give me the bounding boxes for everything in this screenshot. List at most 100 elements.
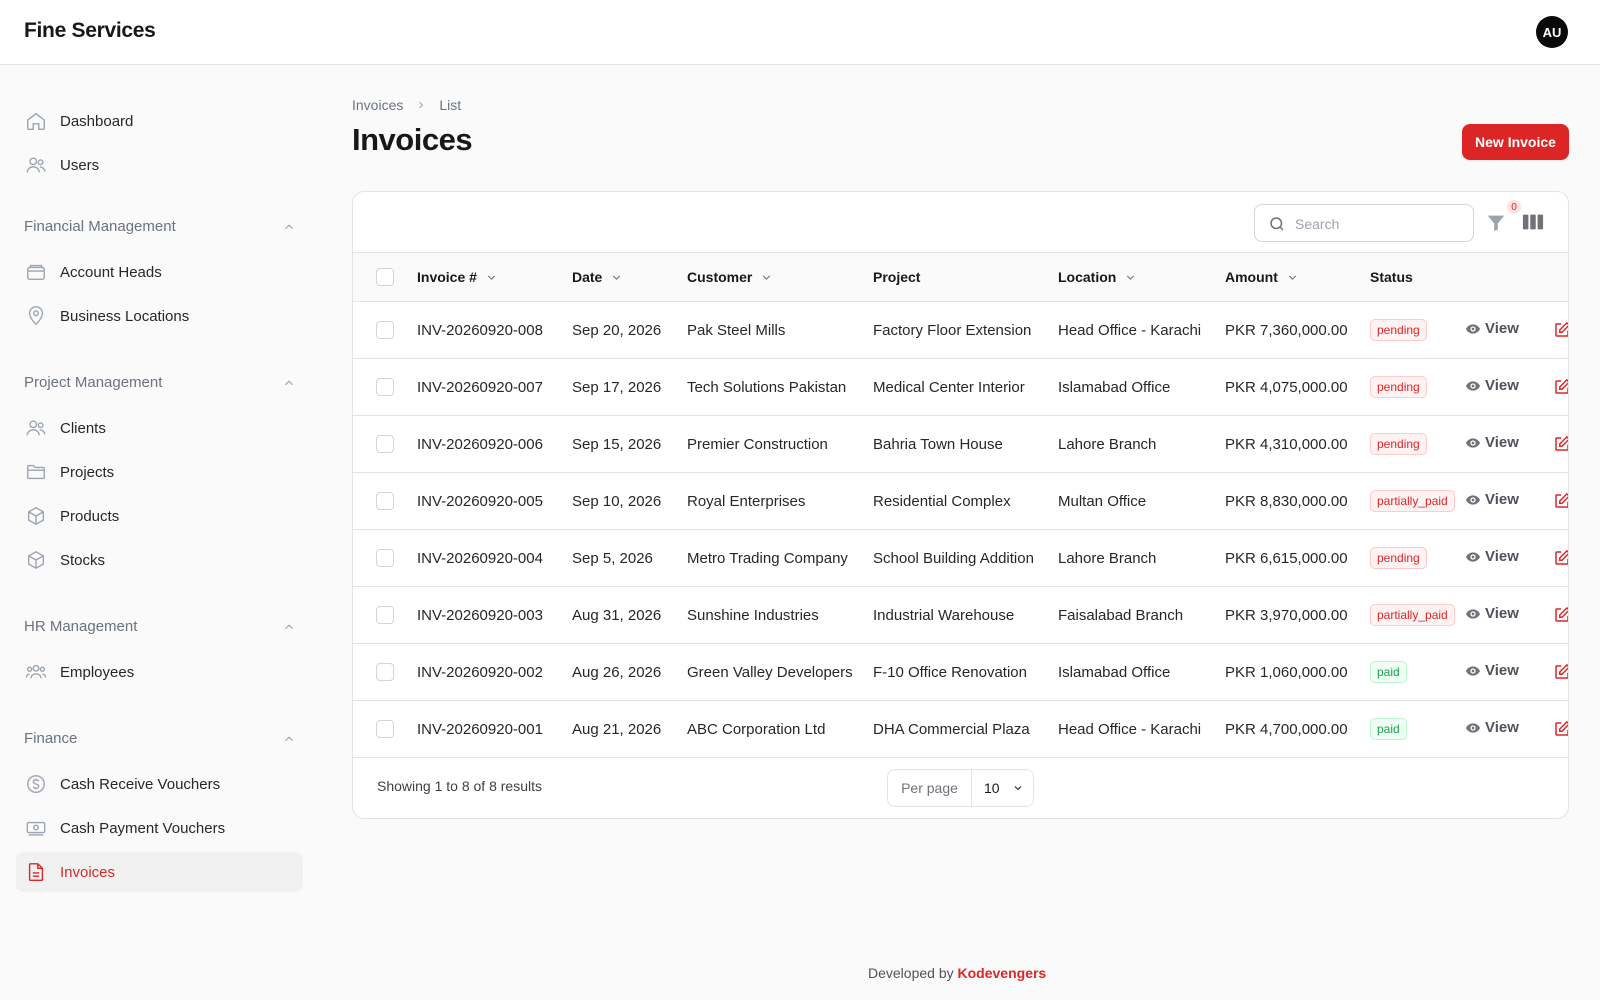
row-checkbox[interactable] (376, 663, 394, 681)
filter-icon[interactable] (1485, 212, 1507, 234)
view-button[interactable]: View (1465, 605, 1519, 622)
table-row[interactable]: INV-20260920-002 Aug 26, 2026 Green Valley… (353, 644, 1569, 701)
view-label: View (1485, 434, 1519, 451)
sidebar-item-stocks[interactable]: Stocks (16, 540, 303, 580)
view-button[interactable]: View (1465, 320, 1519, 337)
cell-amount: PKR 3,970,000.00 (1225, 606, 1348, 624)
cell-invoice-number: INV-20260920-002 (417, 663, 543, 681)
cell-amount: PKR 4,310,000.00 (1225, 435, 1348, 453)
group-hr-management[interactable]: HR Management (24, 618, 296, 635)
column-header-amount[interactable]: Amount (1225, 253, 1299, 301)
row-checkbox[interactable] (376, 606, 394, 624)
cell-location: Multan Office (1058, 492, 1147, 510)
column-header-date[interactable]: Date (572, 253, 623, 301)
column-header-customer[interactable]: Customer (687, 253, 773, 301)
sidebar-item-label: Employees (60, 663, 135, 681)
group-label: Financial Management (24, 218, 176, 235)
columns-icon[interactable] (1522, 212, 1544, 232)
chevron-down-icon (1127, 274, 1135, 280)
sidebar-item-label: Business Locations (60, 307, 190, 325)
home-icon (27, 112, 45, 130)
sidebar-item-business-locations[interactable]: Business Locations (16, 296, 303, 336)
cell-location: Faisalabad Branch (1058, 606, 1184, 624)
table-row[interactable]: INV-20260920-003 Aug 31, 2026 Sunshine Ind… (353, 587, 1569, 644)
group-label: Finance (24, 730, 78, 747)
results-summary: Showing 1 to 8 of 8 results (377, 778, 542, 794)
row-checkbox[interactable] (376, 435, 394, 453)
eye-icon (1466, 551, 1480, 562)
table-row[interactable]: INV-20260920-007 Sep 17, 2026 Tech Solutio… (353, 359, 1569, 416)
table-row[interactable]: INV-20260920-008 Sep 20, 2026 Pak Steel Mi… (353, 302, 1569, 359)
view-button[interactable]: View (1465, 548, 1519, 565)
group-finance[interactable]: Finance (24, 730, 296, 747)
user-avatar[interactable]: AU (1536, 16, 1568, 48)
select-all-checkbox[interactable] (376, 268, 394, 286)
edit-icon[interactable] (1553, 321, 1569, 339)
document-icon (28, 863, 44, 881)
row-checkbox[interactable] (376, 321, 394, 339)
sidebar-item-cash-payment-vouchers[interactable]: Cash Payment Vouchers (16, 808, 303, 848)
sidebar-item-projects[interactable]: Projects (16, 452, 303, 492)
view-label: View (1485, 491, 1519, 508)
chevron-right-icon (419, 101, 424, 109)
table-row[interactable]: INV-20260920-005 Sep 10, 2026 Royal Enterp… (353, 473, 1569, 530)
cell-customer: Premier Construction (687, 435, 828, 453)
view-button[interactable]: View (1465, 719, 1519, 736)
eye-icon (1466, 437, 1480, 448)
edit-icon[interactable] (1553, 606, 1569, 624)
cell-customer: Green Valley Developers (687, 663, 853, 681)
cell-customer: Sunshine Industries (687, 606, 819, 624)
column-header-invoice[interactable]: Invoice # (417, 253, 498, 301)
group-label: Project Management (24, 374, 163, 391)
column-label: Status (1370, 269, 1413, 285)
edit-icon[interactable] (1553, 435, 1569, 453)
search-icon (1270, 217, 1284, 231)
table-row[interactable]: INV-20260920-001 Aug 21, 2026 ABC Corporat… (353, 701, 1569, 758)
column-header-location[interactable]: Location (1058, 253, 1137, 301)
row-checkbox[interactable] (376, 492, 394, 510)
status-badge: pending (1370, 376, 1427, 398)
view-label: View (1485, 719, 1519, 736)
view-button[interactable]: View (1465, 662, 1519, 679)
status-badge: partially_paid (1370, 490, 1455, 512)
sidebar-item-invoices[interactable]: Invoices (16, 852, 303, 892)
eye-icon (1466, 380, 1480, 391)
map-pin-icon (28, 306, 44, 326)
edit-icon[interactable] (1553, 549, 1569, 567)
search-input[interactable] (1295, 213, 1465, 235)
footer-company-link[interactable]: Kodevengers (958, 965, 1047, 981)
sidebar-item-dashboard[interactable]: Dashboard (16, 101, 303, 141)
sidebar-item-cash-receive-vouchers[interactable]: Cash Receive Vouchers (16, 764, 303, 804)
cell-amount: PKR 8,830,000.00 (1225, 492, 1348, 510)
edit-icon[interactable] (1553, 720, 1569, 738)
new-invoice-button[interactable]: New Invoice (1462, 124, 1569, 160)
per-page-dropdown[interactable]: 10 (972, 770, 1033, 806)
sidebar-item-products[interactable]: Products (16, 496, 303, 536)
view-button[interactable]: View (1465, 377, 1519, 394)
view-button[interactable]: View (1465, 491, 1519, 508)
cell-invoice-number: INV-20260920-004 (417, 549, 543, 567)
search-box (1254, 204, 1474, 242)
breadcrumb-parent[interactable]: Invoices (352, 97, 403, 113)
row-checkbox[interactable] (376, 720, 394, 738)
sidebar-item-account-heads[interactable]: Account Heads (16, 252, 303, 292)
status-badge: pending (1370, 433, 1427, 455)
row-checkbox[interactable] (376, 378, 394, 396)
table-row[interactable]: INV-20260920-004 Sep 5, 2026 Metro Trading… (353, 530, 1569, 587)
edit-icon[interactable] (1553, 492, 1569, 510)
row-checkbox[interactable] (376, 549, 394, 567)
cell-status: paid (1370, 644, 1407, 700)
cell-date: Aug 26, 2026 (572, 663, 662, 681)
sidebar-item-users[interactable]: Users (16, 145, 303, 185)
sidebar-item-label: Invoices (60, 863, 116, 881)
edit-icon[interactable] (1553, 378, 1569, 396)
group-project-management[interactable]: Project Management (24, 374, 296, 391)
sidebar-item-employees[interactable]: Employees (16, 652, 303, 692)
sidebar-item-clients[interactable]: Clients (16, 408, 303, 448)
brand-name[interactable]: Fine Services (24, 19, 156, 43)
edit-icon[interactable] (1553, 663, 1569, 681)
view-button[interactable]: View (1465, 434, 1519, 451)
table-row[interactable]: INV-20260920-006 Sep 15, 2026 Premier Cons… (353, 416, 1569, 473)
cell-amount: PKR 4,075,000.00 (1225, 378, 1348, 396)
group-financial-management[interactable]: Financial Management (24, 218, 296, 235)
